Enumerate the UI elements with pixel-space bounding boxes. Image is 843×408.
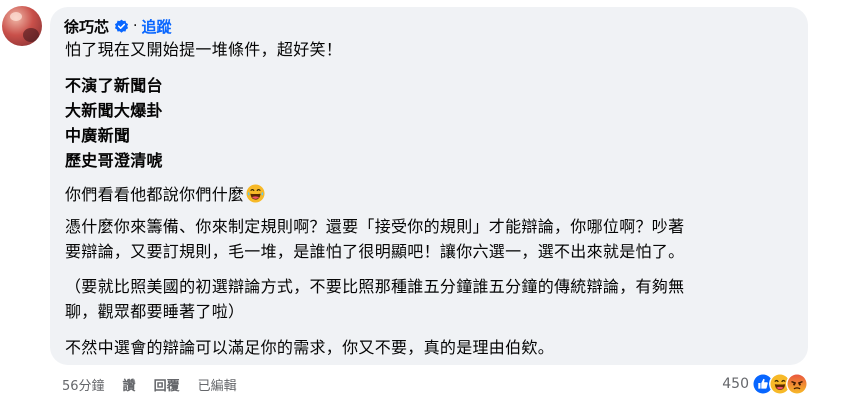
reply-button[interactable]: 回覆 xyxy=(154,375,180,394)
comment-line: 怕了現在又開始提一堆條件，超好笑！ xyxy=(65,40,343,59)
avatar[interactable] xyxy=(2,6,42,46)
comment-line: 中廣新聞 xyxy=(65,126,131,145)
comment-line: 不演了新聞台 xyxy=(65,76,163,95)
like-button[interactable]: 讚 xyxy=(123,375,136,394)
comment-line: 大新聞大爆卦 xyxy=(65,101,163,120)
laugh-emoji-icon xyxy=(246,184,265,203)
comment-timestamp[interactable]: 56分鐘 xyxy=(62,375,105,394)
angry-icon xyxy=(786,373,808,395)
comment-line: 聊，觀眾都要睡著了啦） xyxy=(65,302,245,321)
author-name[interactable]: 徐巧芯 xyxy=(64,16,109,37)
comment-line: （要就比照美國的初選辯論方式，不要比照那種誰五分鐘誰五分鐘的傳統辯論，有夠無 xyxy=(65,277,685,296)
comment-line: 歷史哥澄清唬 xyxy=(65,151,163,170)
avatar-shadow xyxy=(23,28,39,42)
verified-badge-icon xyxy=(114,19,129,33)
comment-line: 要辯論，又要訂規則，毛一堆，是誰怕了很明顯吧！讓你六選一，選不出來就是怕了。 xyxy=(65,242,685,261)
comment-line: 憑什麼你來籌備、你來制定規則啊？還要「接受你的規則」才能辯論，你哪位啊？吵著 xyxy=(65,217,685,236)
comment-header: 徐巧芯 · 追蹤 xyxy=(64,16,171,36)
reaction-count: 450 xyxy=(722,376,749,392)
follow-button[interactable]: 追蹤 xyxy=(141,16,171,37)
comment-bubble: 徐巧芯 · 追蹤 怕了現在又開始提一堆條件，超好笑！ 不演了新聞台 大新聞大爆卦… xyxy=(50,7,808,365)
comment-actions: 56分鐘 讚 回覆 已編輯 xyxy=(62,373,237,395)
comment-line: 不然中選會的辯論可以滿足你的需求，你又不要，真的是理由伯欸。 xyxy=(65,338,555,357)
separator-dot: · xyxy=(133,18,138,34)
avatar-highlight xyxy=(10,12,22,21)
comment-line-with-emoji: 你們看看他都說你們什麼 xyxy=(65,183,265,207)
edited-label: 已編輯 xyxy=(197,378,237,394)
reaction-summary[interactable]: 450 xyxy=(722,372,808,396)
comment-line: 你們看看他都說你們什麼 xyxy=(65,185,245,204)
